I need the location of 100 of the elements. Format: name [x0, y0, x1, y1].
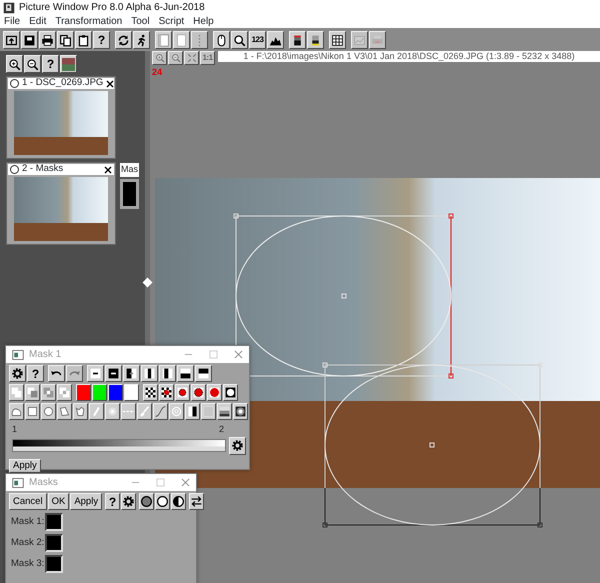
blob-button[interactable]	[9, 403, 24, 420]
split-button[interactable]	[185, 403, 200, 420]
dash-button[interactable]	[105, 365, 122, 382]
tab-label[interactable]: Mas	[120, 163, 139, 176]
zoom-in-icon	[154, 53, 164, 63]
mask-ellipse-outline[interactable]	[322, 362, 542, 528]
split-icon	[125, 367, 138, 380]
radial-gradient-button[interactable]	[233, 403, 248, 420]
window-arrow-button[interactable]	[3, 31, 20, 49]
radio-button[interactable]	[10, 165, 19, 174]
dialog-button[interactable]: OK	[48, 493, 70, 510]
help-button[interactable]: ?	[105, 493, 120, 510]
half-circle-button[interactable]	[171, 493, 186, 510]
swap-arrows-button[interactable]	[189, 493, 204, 510]
thumbnail-card[interactable]: 2 - Masks	[6, 162, 116, 245]
ring-button[interactable]	[139, 493, 154, 510]
dot-button[interactable]	[207, 384, 222, 401]
search-button[interactable]	[231, 31, 248, 49]
color-swatch[interactable]	[92, 384, 107, 401]
menu-item[interactable]: Tool	[127, 14, 155, 29]
cup-button[interactable]	[73, 403, 88, 420]
dot-pattern-button[interactable]	[191, 384, 206, 401]
settings-button[interactable]	[9, 365, 26, 382]
refresh-button[interactable]	[115, 31, 132, 49]
thumbnail-title: 2 - Masks	[22, 162, 64, 176]
mouse-button[interactable]	[213, 31, 230, 49]
noise-button[interactable]	[201, 403, 216, 420]
bar-button[interactable]	[141, 365, 158, 382]
dot-pattern-button[interactable]	[175, 384, 190, 401]
swirl-button[interactable]	[169, 403, 184, 420]
gradient-button[interactable]	[217, 403, 232, 420]
gradient-button[interactable]	[289, 31, 306, 49]
menu-item[interactable]: Help	[189, 14, 219, 29]
dialog-button[interactable]: Apply	[70, 493, 102, 510]
color-swatch[interactable]	[124, 384, 139, 401]
left-panel-button[interactable]	[155, 31, 172, 49]
menu-item[interactable]: Edit	[25, 14, 52, 29]
mask-swatch[interactable]	[45, 513, 63, 531]
help-button[interactable]: ?	[27, 365, 44, 382]
overlap-squares-button[interactable]	[57, 384, 72, 401]
grid-button[interactable]	[329, 31, 346, 49]
zoom-in-button[interactable]	[6, 55, 23, 73]
checker-button[interactable]	[143, 384, 158, 401]
ring-button[interactable]	[155, 493, 170, 510]
dialog-button[interactable]: Cancel	[9, 493, 47, 510]
help-button[interactable]: ?	[42, 55, 59, 73]
gradient-bar[interactable]	[12, 439, 226, 452]
mountain-button[interactable]	[267, 31, 284, 49]
radial-gradient-icon	[234, 405, 247, 418]
color-swatch[interactable]	[76, 384, 91, 401]
overlap-squares-button[interactable]	[25, 384, 40, 401]
overlap-squares-button[interactable]	[41, 384, 56, 401]
ring-icon	[140, 495, 154, 508]
gradient-button[interactable]	[307, 31, 324, 49]
color-swatch[interactable]	[108, 384, 123, 401]
settings-button[interactable]	[229, 436, 246, 454]
brush-button[interactable]	[137, 403, 152, 420]
undo-button[interactable]	[48, 365, 65, 382]
radio-button[interactable]	[10, 79, 19, 88]
dashed-line-button[interactable]	[121, 403, 136, 420]
running-man-button[interactable]	[133, 31, 150, 49]
page-icon	[175, 34, 188, 46]
image-path: 1 - F:\2018\images\Nikon 1 V3\01 Jan 2018\DSC_0269.JPG (1:3.89 - 5232 x 3488)	[218, 51, 600, 62]
band-button[interactable]	[195, 365, 212, 382]
circle-on-square-button[interactable]	[223, 384, 238, 401]
copy-button[interactable]	[57, 31, 74, 49]
numbers-button[interactable]: 123	[249, 31, 266, 49]
printer-button[interactable]	[39, 31, 56, 49]
checker-button[interactable]	[159, 384, 174, 401]
swatch-button[interactable]	[60, 55, 77, 73]
settings-icon	[122, 495, 136, 508]
apply-button[interactable]: Apply	[9, 458, 41, 472]
leaf-button[interactable]	[57, 403, 72, 420]
dash-button[interactable]	[87, 365, 104, 382]
page-button[interactable]	[173, 31, 190, 49]
overlap-squares-button[interactable]	[9, 384, 24, 401]
search-icon	[233, 34, 246, 46]
glow-button[interactable]	[105, 403, 120, 420]
bar-icon	[143, 367, 156, 380]
curve-button[interactable]	[153, 403, 168, 420]
menu-item[interactable]: Transformation	[51, 14, 128, 29]
split-button[interactable]	[123, 365, 140, 382]
square-button[interactable]	[25, 403, 40, 420]
thumbnail-card[interactable]: 1 - DSC_0269.JPG	[6, 76, 116, 159]
mask-swatch[interactable]	[45, 555, 63, 573]
help-button[interactable]: ?	[93, 31, 110, 49]
clipboard-button[interactable]	[75, 31, 92, 49]
floppy-button[interactable]	[21, 31, 38, 49]
circle-button[interactable]	[41, 403, 56, 420]
window-icon	[12, 476, 24, 488]
menu-item[interactable]: Script	[154, 14, 190, 29]
menu-item[interactable]: File	[0, 14, 26, 29]
zoom-out-button[interactable]	[24, 55, 41, 73]
mask-swatch[interactable]	[45, 534, 63, 552]
settings-button[interactable]	[121, 493, 136, 510]
mask-preview	[120, 178, 139, 208]
printer-icon	[371, 34, 384, 46]
bar-button[interactable]	[159, 365, 176, 382]
stroke-button[interactable]	[89, 403, 104, 420]
band-button[interactable]	[177, 365, 194, 382]
